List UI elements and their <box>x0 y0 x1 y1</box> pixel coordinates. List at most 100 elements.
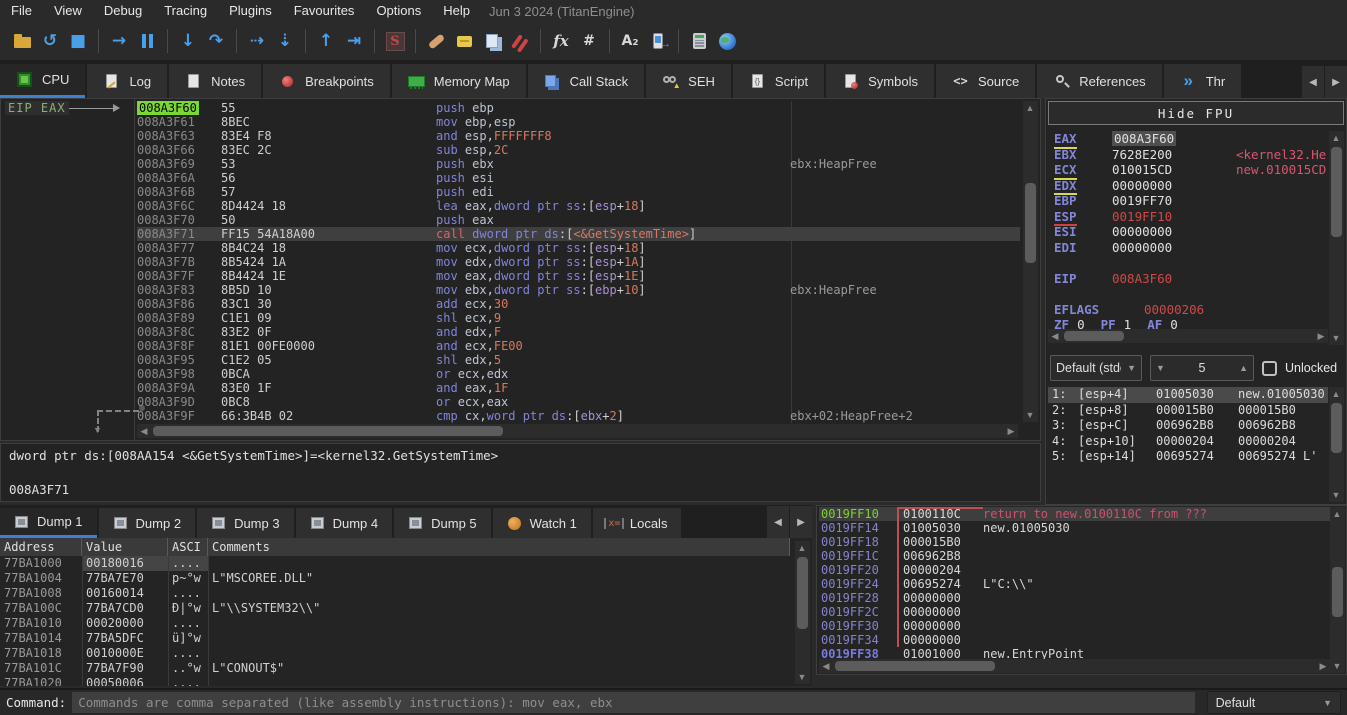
registers-panel[interactable]: Hide FPU EAX008A3F60EBX7628E200<kernel32… <box>1045 98 1347 505</box>
dump-tab-dump-3[interactable]: Dump 3 <box>197 508 294 538</box>
tab-symbols[interactable]: Symbols <box>826 64 934 98</box>
stack-row[interactable]: 0019FF2000000204 <box>819 563 1330 577</box>
dump-row[interactable]: 77BA100800160014.... <box>0 586 790 601</box>
stack-row[interactable]: 0019FF1C006962B8 <box>819 549 1330 563</box>
scroll-up-icon[interactable]: ▲ <box>795 541 809 555</box>
attach-icon[interactable]: → <box>644 27 672 55</box>
scroll-up-icon[interactable]: ▲ <box>1330 507 1344 521</box>
argument-count-stepper[interactable]: ▼ 5 ▲ <box>1150 355 1254 381</box>
hash-icon[interactable]: # <box>575 27 603 55</box>
disasm-row[interactable]: 008A3F6383E4 F8and esp,FFFFFFF8 <box>137 129 1020 143</box>
menu-file[interactable]: File <box>0 0 43 22</box>
stack-row[interactable]: 0019FF3400000000 <box>819 633 1330 647</box>
step-over-icon[interactable]: ↷ <box>202 27 230 55</box>
menu-help[interactable]: Help <box>432 0 481 22</box>
register-row[interactable]: EDI00000000 <box>1054 240 1328 256</box>
tab-references[interactable]: References <box>1037 64 1161 98</box>
disasm-row[interactable]: 008A3F838B5D 10mov ebx,dword ptr ss:[ebp… <box>137 283 1020 297</box>
dump-tab-dump-2[interactable]: Dump 2 <box>99 508 196 538</box>
tab-scroll-left-button[interactable]: ◀ <box>1302 66 1324 98</box>
register-row-blank[interactable] <box>1054 255 1328 271</box>
execute-till-return-icon[interactable]: ↑ <box>312 27 340 55</box>
tab-thr[interactable]: »Thr <box>1164 64 1242 98</box>
patches-icon[interactable] <box>422 27 450 55</box>
menu-favourites[interactable]: Favourites <box>283 0 366 22</box>
animate-into-icon[interactable]: ⇣ <box>271 27 299 55</box>
menu-view[interactable]: View <box>43 0 93 22</box>
register-row[interactable]: ECX010015CDnew.010015CD <box>1054 162 1328 178</box>
calling-convention-select[interactable]: Default (stdc ▼ <box>1050 355 1142 381</box>
scroll-right-icon[interactable]: ▶ <box>1004 424 1018 438</box>
stack-row[interactable]: 0019FF1401005030new.01005030 <box>819 521 1330 535</box>
scrollbar-thumb[interactable] <box>1025 183 1036 263</box>
scroll-down-icon[interactable]: ▼ <box>795 670 809 684</box>
disasm-row[interactable]: 008A3F7F8B4424 1Emov eax,dword ptr ss:[e… <box>137 269 1020 283</box>
tab-notes[interactable]: Notes <box>169 64 261 98</box>
run-trace-icon[interactable]: ⇢ <box>243 27 271 55</box>
argument-row[interactable]: 3:[esp+C]006962B8006962B8 <box>1048 418 1328 434</box>
disasm-row[interactable]: 008A3F8683C1 30add ecx,30 <box>137 297 1020 311</box>
argument-row[interactable]: 4:[esp+10]0000020400000204 <box>1048 434 1328 450</box>
disasm-row[interactable]: 008A3F9A83E0 1Fand eax,1F <box>137 381 1020 395</box>
stack-row[interactable]: 0019FF100100110Creturn to new.0100110C f… <box>819 507 1330 521</box>
dump-scroll-right-button[interactable]: ▶ <box>790 506 812 538</box>
scroll-down-icon[interactable]: ▼ <box>1329 331 1343 345</box>
register-row[interactable]: EBX7628E200<kernel32.He <box>1054 147 1328 163</box>
scrollbar-thumb[interactable] <box>797 557 808 629</box>
dump-v-scrollbar[interactable]: ▲ ▼ <box>795 541 810 684</box>
disassembly-panel[interactable]: EIP EAX ▼ 008A3F6055push ebp008A3F618BEC… <box>0 98 1041 441</box>
disasm-row[interactable]: 008A3F71FF15 54A18A00call dword ptr ds:[… <box>137 227 1020 241</box>
stack-v-scrollbar[interactable]: ▲ ▼ <box>1330 507 1345 673</box>
tab-log[interactable]: Log <box>87 64 167 98</box>
scroll-up-icon[interactable]: ▲ <box>1329 131 1343 145</box>
case-icon[interactable]: A₂ <box>616 27 644 55</box>
tab-seh[interactable]: ▲SEH <box>646 64 731 98</box>
disasm-v-scrollbar[interactable]: ▲ ▼ <box>1023 101 1038 422</box>
unlocked-checkbox[interactable] <box>1262 361 1277 376</box>
dump-tab-dump-5[interactable]: Dump 5 <box>394 508 491 538</box>
disasm-row[interactable]: 008A3F6C8D4424 18lea eax,dword ptr ss:[e… <box>137 199 1020 213</box>
pause-icon[interactable] <box>133 27 161 55</box>
run-to-user-code-icon[interactable]: ⇥ <box>340 27 368 55</box>
scroll-left-icon[interactable]: ◀ <box>1048 329 1062 343</box>
dump-scroll-left-button[interactable]: ◀ <box>767 506 789 538</box>
menu-tracing[interactable]: Tracing <box>153 0 218 22</box>
disasm-row[interactable]: 008A3F6055push ebp <box>137 101 1020 115</box>
globe-icon[interactable] <box>713 27 741 55</box>
stack-row[interactable]: 0019FF18000015B0 <box>819 535 1330 549</box>
dump-panel[interactable]: Dump 1Dump 2Dump 3Dump 4Dump 5Watch 1x=L… <box>0 505 812 686</box>
tab-source[interactable]: <>Source <box>936 64 1035 98</box>
scrollbar-thumb[interactable] <box>1331 147 1342 237</box>
disasm-h-scrollbar[interactable]: ◀ ▶ <box>137 424 1018 438</box>
function-analysis-icon[interactable]: fx <box>547 27 575 55</box>
menu-options[interactable]: Options <box>365 0 432 22</box>
argument-row[interactable]: 1:[esp+4]01005030new.01005030 <box>1048 387 1328 403</box>
disasm-row[interactable]: 008A3F9D0BC8or ecx,eax <box>137 395 1020 409</box>
stop-icon[interactable]: ■ <box>64 27 92 55</box>
argument-row[interactable]: 2:[esp+8]000015B0000015B0 <box>1048 403 1328 419</box>
register-row-blank[interactable] <box>1054 286 1328 302</box>
dump-row[interactable]: 77BA101000020000.... <box>0 616 790 631</box>
dump-tab-watch-1[interactable]: Watch 1 <box>493 508 591 538</box>
scrollbar-thumb[interactable] <box>1064 331 1124 341</box>
scroll-right-icon[interactable]: ▶ <box>1316 659 1330 673</box>
scroll-right-icon[interactable]: ▶ <box>1314 329 1328 343</box>
disasm-row[interactable]: 008A3F778B4C24 18mov ecx,dword ptr ss:[e… <box>137 241 1020 255</box>
disasm-row[interactable]: 008A3F95C1E2 05shl edx,5 <box>137 353 1020 367</box>
restart-icon[interactable]: ↺ <box>36 27 64 55</box>
stack-panel[interactable]: 0019FF100100110Creturn to new.0100110C f… <box>816 505 1347 675</box>
command-profile-select[interactable]: Default ▼ <box>1207 691 1341 714</box>
register-row[interactable]: ESP0019FF10 <box>1054 209 1328 225</box>
step-into-icon[interactable]: ↓ <box>174 27 202 55</box>
tab-memory-map[interactable]: Memory Map <box>392 64 526 98</box>
scroll-down-icon[interactable]: ▼ <box>1023 408 1037 422</box>
register-row[interactable]: EFLAGS00000206 <box>1054 302 1328 318</box>
dump-row[interactable]: 77BA100000180016.... <box>0 556 790 571</box>
menu-debug[interactable]: Debug <box>93 0 153 22</box>
scroll-left-icon[interactable]: ◀ <box>137 424 151 438</box>
disasm-row[interactable]: 008A3F6A56push esi <box>137 171 1020 185</box>
disasm-row[interactable]: 008A3F7050push eax <box>137 213 1020 227</box>
disasm-row[interactable]: 008A3F89C1E1 09shl ecx,9 <box>137 311 1020 325</box>
disasm-row[interactable]: 008A3F8F81E1 00FE0000and ecx,FE00 <box>137 339 1020 353</box>
dump-row[interactable]: 77BA100477BA7E70p~°wL"MSCOREE.DLL" <box>0 571 790 586</box>
